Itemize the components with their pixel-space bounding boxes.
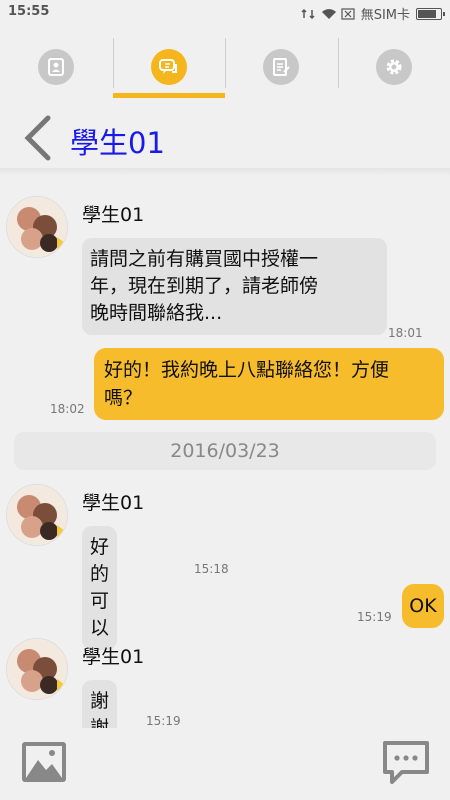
chat-bubbles-icon bbox=[150, 49, 187, 85]
arrows-icon bbox=[301, 8, 315, 20]
message-time: 15:19 bbox=[146, 714, 181, 728]
message-line: 年，現在到期了，請老師傍 bbox=[90, 275, 319, 297]
message-line: 嗎？ bbox=[104, 387, 143, 409]
sender-name: 學生01 bbox=[82, 204, 145, 226]
message-line: 晚時間聯絡我... bbox=[90, 302, 223, 324]
chat-header: 學生01 bbox=[0, 110, 450, 166]
message-time: 18:02 bbox=[50, 402, 85, 416]
avatar[interactable] bbox=[6, 484, 68, 546]
message-text: 謝謝 bbox=[90, 690, 110, 728]
scroll-divider bbox=[0, 168, 450, 176]
tab-settings[interactable] bbox=[337, 36, 450, 98]
chevron-left-icon bbox=[24, 115, 51, 161]
page-title: 學生01 bbox=[70, 126, 165, 160]
contact-card-icon bbox=[38, 49, 75, 85]
message-bubble[interactable]: 請問之前有購買國中授權一 年，現在到期了，請老師傍 晚時間聯絡我... bbox=[82, 238, 387, 335]
sender-name: 學生01 bbox=[82, 646, 145, 668]
message-bubble[interactable]: 謝謝 bbox=[82, 680, 118, 728]
status-bar: 15:55 無SIM卡 bbox=[0, 0, 450, 25]
no-sim-icon bbox=[341, 7, 355, 20]
avatar[interactable] bbox=[6, 196, 68, 258]
attach-image-button[interactable] bbox=[20, 740, 68, 784]
tab-notes[interactable] bbox=[225, 36, 338, 98]
message-text: OK bbox=[409, 595, 437, 617]
tab-chat[interactable] bbox=[112, 36, 226, 98]
message-bubble-outgoing[interactable]: 好的！我約晚上八點聯絡您！方便 嗎？ bbox=[94, 348, 444, 420]
notes-icon bbox=[263, 49, 300, 85]
message-bubble[interactable]: 好的 可以 bbox=[82, 526, 118, 650]
gear-icon bbox=[375, 49, 412, 85]
message-line: 好的！我約晚上八點聯絡您！方便 bbox=[104, 359, 390, 381]
date-separator: 2016/03/23 bbox=[14, 432, 436, 470]
message-time: 18:01 bbox=[388, 326, 423, 340]
message-time: 15:19 bbox=[357, 610, 392, 624]
message-text: 好的 可以 bbox=[90, 536, 110, 639]
battery-icon bbox=[416, 7, 445, 20]
message-bubble-outgoing[interactable]: OK bbox=[402, 584, 444, 628]
compose-message-button[interactable] bbox=[382, 740, 430, 784]
message-list[interactable]: 學生01 請問之前有購買國中授權一 年，現在到期了，請老師傍 晚時間聯絡我...… bbox=[0, 168, 450, 728]
back-button[interactable] bbox=[22, 114, 54, 162]
wifi-icon bbox=[321, 8, 336, 20]
sender-name: 學生01 bbox=[82, 492, 145, 514]
tab-contacts[interactable] bbox=[0, 36, 113, 98]
message-dots-icon bbox=[383, 741, 429, 784]
avatar[interactable] bbox=[6, 638, 68, 700]
battery-fill bbox=[418, 9, 436, 18]
image-icon bbox=[22, 742, 66, 782]
carrier-label: 無SIM卡 bbox=[360, 8, 410, 23]
message-line: 請問之前有購買國中授權一 bbox=[90, 248, 319, 270]
message-time: 15:18 bbox=[194, 562, 229, 576]
bottom-toolbar bbox=[0, 728, 450, 800]
status-time: 15:55 bbox=[8, 4, 50, 19]
status-icons: 無SIM卡 bbox=[301, 4, 445, 23]
tab-bar bbox=[0, 36, 450, 98]
